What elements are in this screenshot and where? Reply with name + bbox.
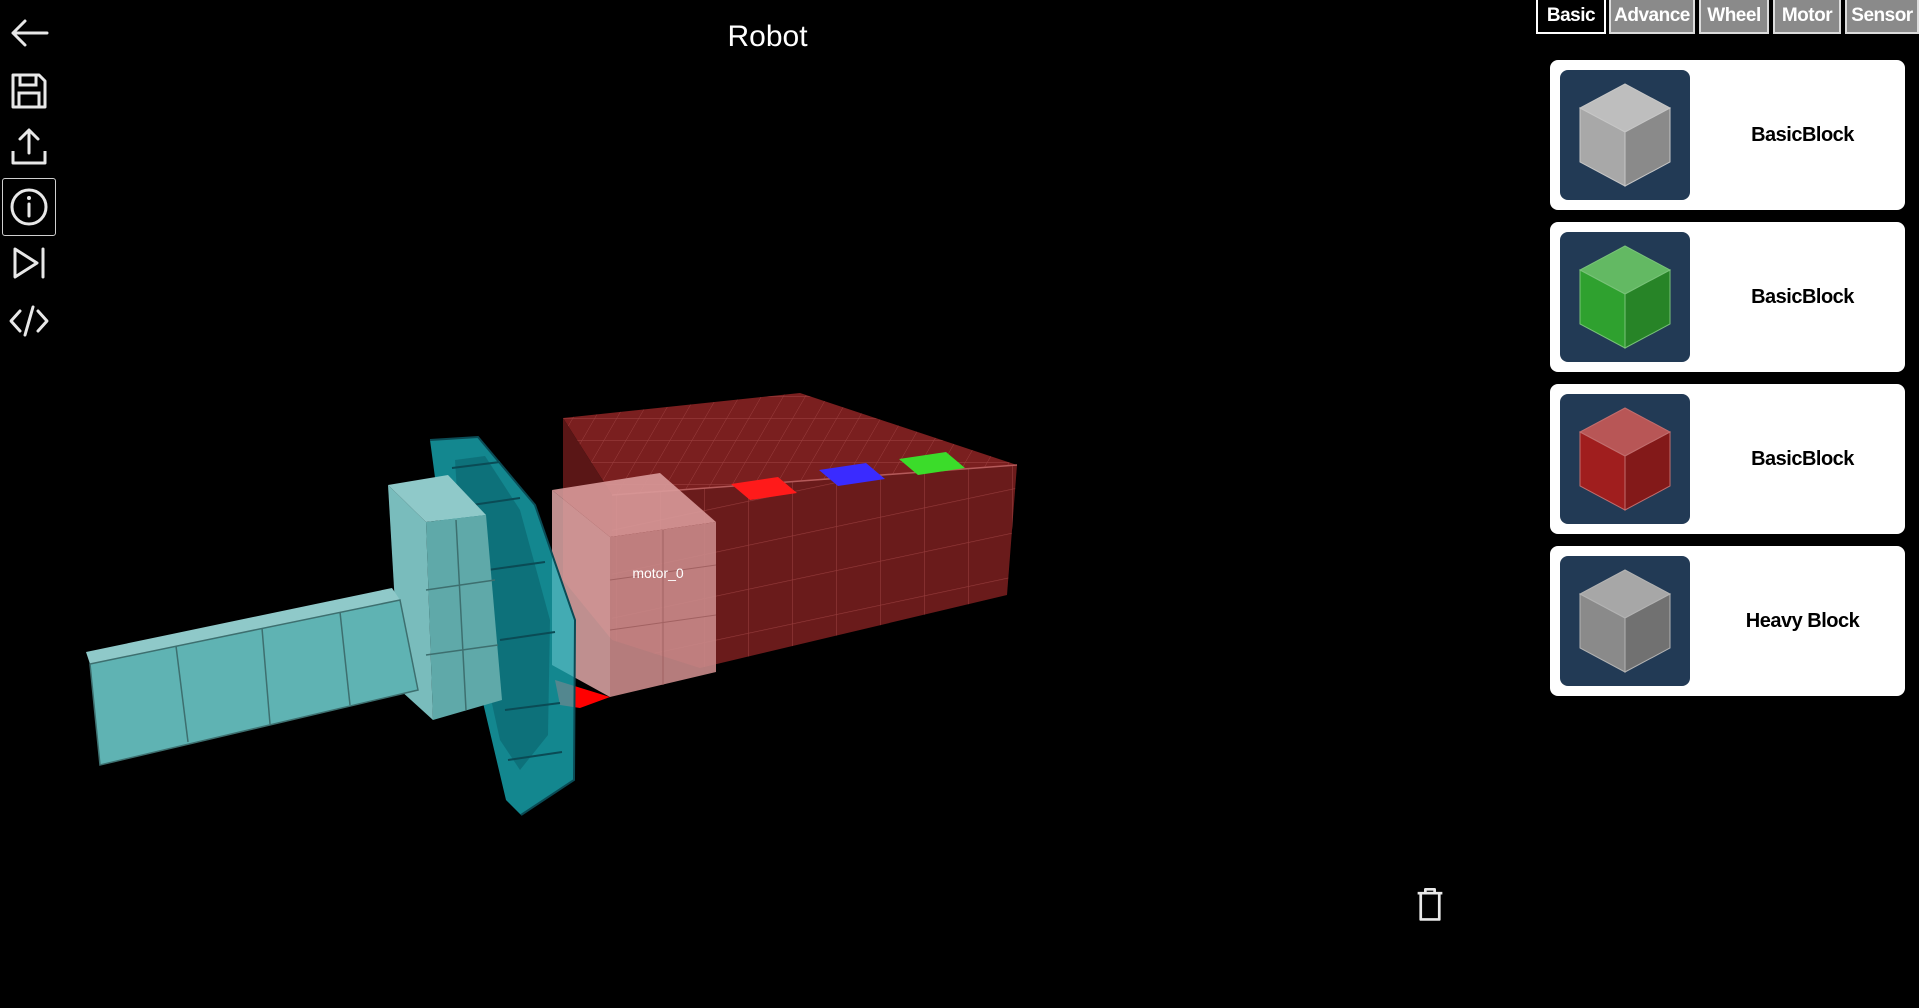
block-label: BasicBlock (1751, 285, 1854, 308)
tab-advance[interactable]: Advance (1609, 0, 1695, 34)
floppy-disk-icon (11, 73, 47, 109)
block-label: BasicBlock (1751, 447, 1854, 470)
block-label: Heavy Block (1745, 609, 1860, 632)
tab-sensor[interactable]: Sensor (1845, 0, 1919, 34)
block-thumbnail (1560, 70, 1690, 200)
block-label: BasicBlock (1751, 123, 1854, 146)
info-circle-icon (10, 188, 48, 226)
motor-block (552, 473, 717, 708)
arrow-left-icon (11, 19, 49, 47)
upload-icon (11, 128, 47, 165)
motor-label: motor_0 (632, 565, 684, 581)
trash-icon (1417, 887, 1443, 921)
info-button[interactable] (2, 178, 56, 236)
palette-item-basicblock-gray[interactable]: BasicBlock (1550, 60, 1905, 210)
category-tabs: Basic Advance Wheel Motor Sensor (1535, 0, 1919, 34)
code-button[interactable] (2, 294, 56, 348)
upload-button[interactable] (2, 120, 56, 174)
palette-item-basicblock-green[interactable]: BasicBlock (1550, 222, 1905, 372)
save-button[interactable] (2, 64, 56, 118)
cube-icon (1578, 569, 1672, 673)
tab-basic[interactable]: Basic (1536, 0, 1606, 34)
robot-3d-viewport[interactable]: motor_0 (0, 0, 1535, 1003)
step-forward-icon (13, 247, 45, 279)
page-title: Robot (727, 20, 808, 53)
robot-scene: motor_0 (86, 393, 1018, 816)
code-icon (9, 305, 49, 337)
block-thumbnail (1560, 394, 1690, 524)
palette-item-heavy-block[interactable]: Heavy Block (1550, 546, 1905, 696)
step-play-button[interactable] (2, 236, 56, 290)
cube-icon (1578, 407, 1672, 511)
palette-item-basicblock-red[interactable]: BasicBlock (1550, 384, 1905, 534)
tab-wheel[interactable]: Wheel (1699, 0, 1769, 34)
cube-icon (1578, 83, 1672, 187)
tab-motor[interactable]: Motor (1773, 0, 1841, 34)
block-thumbnail (1560, 556, 1690, 686)
cube-icon (1578, 245, 1672, 349)
trash-button[interactable] (1408, 880, 1452, 928)
shaft (86, 475, 502, 766)
back-button[interactable] (2, 6, 56, 60)
block-thumbnail (1560, 232, 1690, 362)
